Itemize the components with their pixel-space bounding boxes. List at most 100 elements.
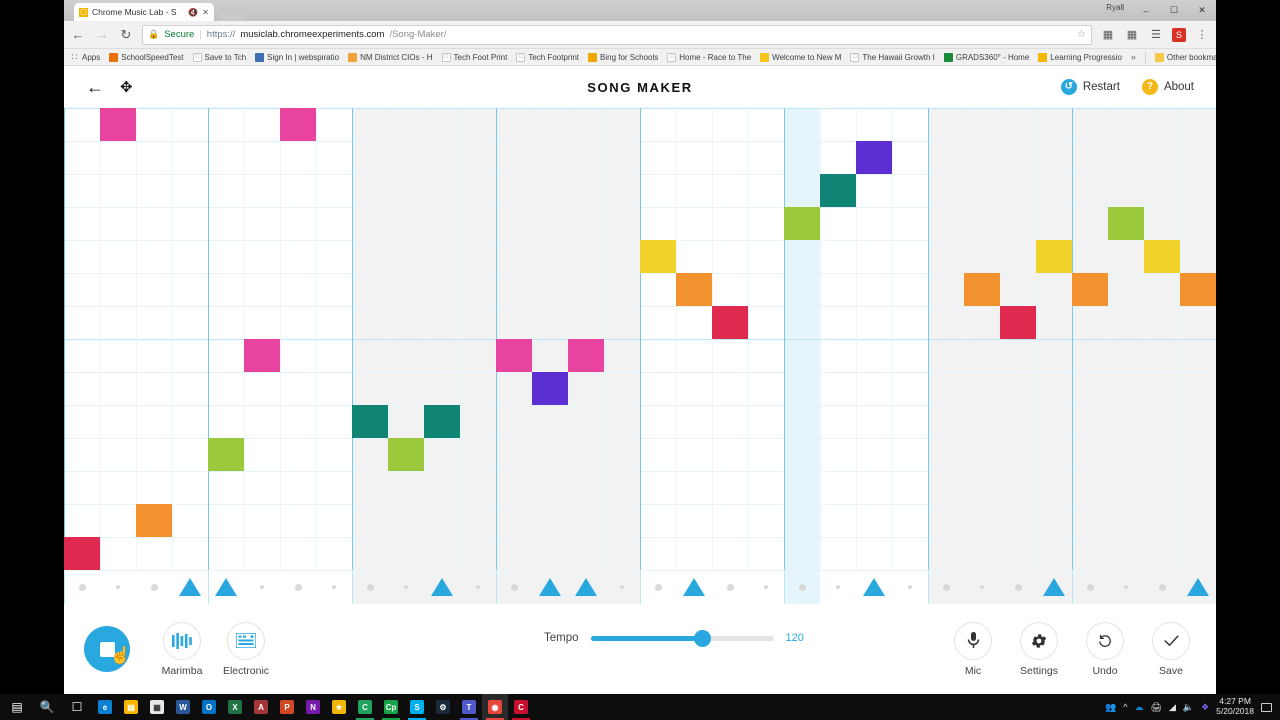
bookmark-manager-icon[interactable]: ☰ (1148, 28, 1164, 41)
percussion-cell-triangle[interactable] (748, 570, 784, 604)
note-cell[interactable] (784, 207, 820, 240)
note-cell[interactable] (496, 339, 532, 372)
note-cell[interactable] (244, 339, 280, 372)
people-icon[interactable]: 👥 (1105, 702, 1116, 713)
note-cell[interactable] (532, 372, 568, 405)
percussion-cell-triangle[interactable] (136, 570, 172, 604)
percussion-cell-triangle[interactable] (856, 570, 892, 604)
reload-button[interactable]: ↻ (118, 27, 134, 43)
percussion-cell-triangle[interactable] (64, 570, 100, 604)
note-cell[interactable] (280, 108, 316, 141)
task-view-icon[interactable]: ☐ (62, 700, 92, 714)
taskbar-camtasia-icon[interactable]: C (352, 694, 378, 720)
back-button[interactable]: ← (70, 27, 86, 42)
taskbar-access-icon[interactable]: A (248, 694, 274, 720)
taskbar-settings-app-icon[interactable]: ⚙ (430, 694, 456, 720)
taskbar-outlook-icon[interactable]: O (196, 694, 222, 720)
bookmark-home-race-to-the[interactable]: □ Home - Race to The (667, 52, 751, 62)
percussion-cell-triangle[interactable] (424, 570, 460, 604)
minimize-button[interactable]: – (1132, 0, 1160, 21)
note-cell[interactable] (352, 405, 388, 438)
note-cell[interactable] (1036, 240, 1072, 273)
move-arrows-icon[interactable]: ✥ (120, 80, 133, 95)
search-icon[interactable]: 🔍 (32, 700, 62, 714)
notification-icon[interactable] (1261, 702, 1272, 712)
bookmark-sign-in-webspiratio[interactable]: Sign In | webspiratio (255, 52, 339, 62)
note-cell[interactable] (388, 438, 424, 471)
percussion-cell-triangle[interactable] (316, 570, 352, 604)
taskbar-store-icon[interactable]: ▦ (144, 694, 170, 720)
note-cell[interactable] (712, 306, 748, 339)
bookmark-bing-for-schools[interactable]: Bing for Schools (588, 52, 658, 62)
percussion-cell-triangle[interactable] (1000, 570, 1036, 604)
percussion-cell-triangle[interactable] (532, 570, 568, 604)
cast-icon[interactable]: ▦ (1100, 28, 1116, 41)
taskbar-camtasia2-icon[interactable]: C (508, 694, 534, 720)
percussion-cell-triangle[interactable] (280, 570, 316, 604)
taskbar-powerpoint-icon[interactable]: P (274, 694, 300, 720)
percussion-cell-triangle[interactable] (568, 570, 604, 604)
browser-tab[interactable]: ▢ Chrome Music Lab - S 🔇 ✕ (74, 3, 214, 21)
taskbar-publisher-icon[interactable]: ★ (326, 694, 352, 720)
taskbar-teams-icon[interactable]: T (456, 694, 482, 720)
maximize-button[interactable]: ☐ (1160, 0, 1188, 21)
menu-icon[interactable]: ⋮ (1194, 28, 1210, 41)
percussion-cell-triangle[interactable] (604, 570, 640, 604)
percussion-cell-triangle[interactable] (460, 570, 496, 604)
note-cell[interactable] (1144, 240, 1180, 273)
percussion-cell-triangle[interactable] (928, 570, 964, 604)
taskbar-capture-icon[interactable]: Cp (378, 694, 404, 720)
percussion-cell-triangle[interactable] (712, 570, 748, 604)
star-icon[interactable]: ☆ (1077, 29, 1086, 40)
tool-save[interactable]: Save (1146, 621, 1196, 677)
percussion-cell-triangle[interactable] (964, 570, 1000, 604)
taskbar-edge-icon[interactable]: e (92, 694, 118, 720)
percussion-cell-triangle[interactable] (1180, 570, 1216, 604)
tempo-control[interactable]: Tempo 120 (544, 629, 804, 647)
note-cell[interactable] (568, 339, 604, 372)
forward-button[interactable]: → (94, 27, 110, 42)
tempo-slider[interactable] (590, 629, 774, 647)
bookmark-tech-foot-print[interactable]: □ Tech Foot Print (441, 52, 507, 62)
note-cell[interactable] (64, 537, 100, 570)
tempo-slider-knob[interactable] (693, 629, 711, 647)
note-cell[interactable] (1180, 273, 1216, 306)
tool-mic[interactable]: Mic (948, 621, 998, 677)
bookmark-nm-district-cios-h[interactable]: NM District CIOs - H (348, 52, 433, 62)
bookmark-save-to-tch[interactable]: □ Save to Tch (192, 52, 246, 62)
instrument-electronic[interactable]: Electronic (220, 621, 272, 677)
percussion-cell-triangle[interactable] (352, 570, 388, 604)
note-cell[interactable] (820, 174, 856, 207)
song-grid[interactable] (64, 108, 1216, 639)
note-cell[interactable] (208, 438, 244, 471)
percussion-cell-triangle[interactable] (640, 570, 676, 604)
bookmark-learning-progressio[interactable]: Learning Progressio (1038, 52, 1122, 62)
address-bar[interactable]: 🔒 Secure | https:// musiclab.chromeexperi… (142, 24, 1092, 45)
taskbar-skype-icon[interactable]: S (404, 694, 430, 720)
bookmark-welcome-to-new-m[interactable]: Welcome to New M (760, 52, 841, 62)
bookmark-schoolspeedtest[interactable]: SchoolSpeedTest (109, 52, 184, 62)
bookmark-apps[interactable]: ∷ Apps (70, 52, 101, 62)
percussion-cell-triangle[interactable] (784, 570, 820, 604)
taskbar-chrome-icon[interactable]: ◉ (482, 694, 508, 720)
percussion-cell-triangle[interactable] (1144, 570, 1180, 604)
percussion-cell-triangle[interactable] (244, 570, 280, 604)
speaker-muted-icon[interactable]: 🔇 (188, 8, 198, 17)
percussion-cell-triangle[interactable] (1108, 570, 1144, 604)
network-icon[interactable]: ◢ (1169, 702, 1176, 713)
taskbar-excel-icon[interactable]: X (222, 694, 248, 720)
taskbar-onenote-icon[interactable]: N (300, 694, 326, 720)
note-cell[interactable] (1072, 273, 1108, 306)
note-cell[interactable] (424, 405, 460, 438)
onedrive-icon[interactable]: ☁ (1135, 702, 1144, 713)
back-arrow-icon[interactable]: ← (86, 78, 104, 96)
percussion-cell-triangle[interactable] (208, 570, 244, 604)
bookmark-grads360-home[interactable]: GRADS360° - Home (943, 52, 1029, 62)
percussion-cell-triangle[interactable] (172, 570, 208, 604)
chevron-up-icon[interactable]: ^ (1123, 702, 1127, 712)
percussion-cell-triangle[interactable] (676, 570, 712, 604)
percussion-cell-triangle[interactable] (496, 570, 532, 604)
percussion-cell-triangle[interactable] (820, 570, 856, 604)
note-cell[interactable] (100, 108, 136, 141)
new-tab-button[interactable] (220, 6, 246, 21)
